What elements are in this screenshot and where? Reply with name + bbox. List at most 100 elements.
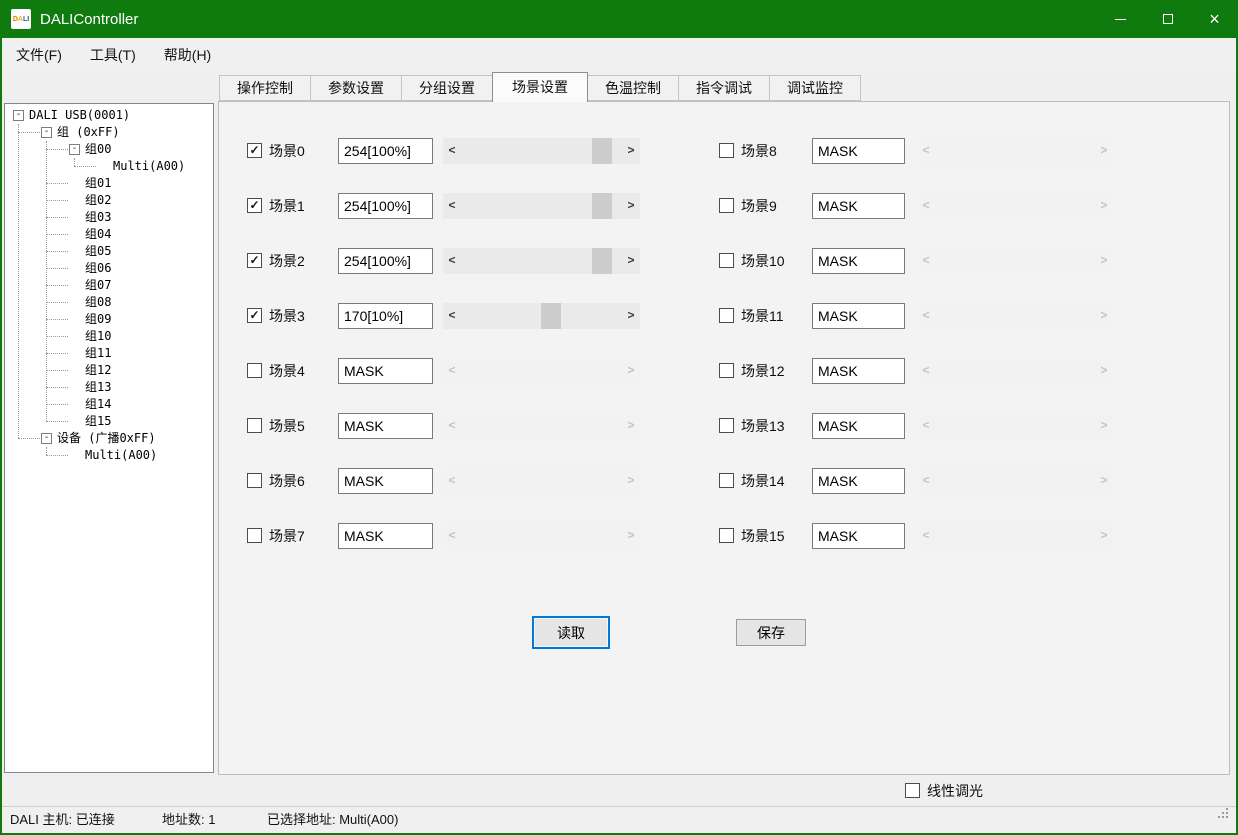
scene-checkbox[interactable] bbox=[247, 418, 262, 433]
tree-item[interactable]: Multi(A00) bbox=[5, 158, 213, 175]
scroll-left-arrow[interactable]: < bbox=[443, 248, 461, 274]
scroll-left-arrow[interactable]: < bbox=[443, 138, 461, 164]
scene-value-input[interactable] bbox=[812, 303, 905, 329]
scroll-right-arrow[interactable]: > bbox=[622, 358, 640, 384]
scene-checkbox[interactable] bbox=[247, 363, 262, 378]
scene-value-input[interactable] bbox=[338, 248, 433, 274]
scene-value-input[interactable] bbox=[338, 523, 433, 549]
scroll-left-arrow[interactable]: < bbox=[917, 468, 935, 494]
scroll-right-arrow[interactable]: > bbox=[1095, 193, 1113, 219]
scroll-right-arrow[interactable]: > bbox=[622, 248, 640, 274]
scroll-left-arrow[interactable]: < bbox=[917, 303, 935, 329]
scene-value-input[interactable] bbox=[338, 138, 433, 164]
tree-collapse-icon[interactable]: - bbox=[41, 433, 52, 444]
tree-item[interactable]: 组05 bbox=[5, 243, 213, 260]
scroll-right-arrow[interactable]: > bbox=[1095, 248, 1113, 274]
scene-level-slider[interactable]: <> bbox=[443, 138, 640, 164]
scene-level-slider[interactable]: <> bbox=[443, 193, 640, 219]
scroll-right-arrow[interactable]: > bbox=[622, 413, 640, 439]
scroll-right-arrow[interactable]: > bbox=[1095, 138, 1113, 164]
scene-value-input[interactable] bbox=[338, 358, 433, 384]
tree-item[interactable]: 组01 bbox=[5, 175, 213, 192]
scroll-left-arrow[interactable]: < bbox=[443, 468, 461, 494]
scene-checkbox[interactable] bbox=[719, 418, 734, 433]
scroll-right-arrow[interactable]: > bbox=[1095, 303, 1113, 329]
scene-value-input[interactable] bbox=[338, 468, 433, 494]
tree-item[interactable]: 组03 bbox=[5, 209, 213, 226]
tree-item[interactable]: 组14 bbox=[5, 396, 213, 413]
scene-value-input[interactable] bbox=[812, 138, 905, 164]
scroll-right-arrow[interactable]: > bbox=[622, 193, 640, 219]
tab-4[interactable]: 场景设置 bbox=[492, 72, 588, 102]
tab-7[interactable]: 调试监控 bbox=[769, 75, 861, 101]
scene-checkbox[interactable] bbox=[719, 198, 734, 213]
tree-item[interactable]: 组11 bbox=[5, 345, 213, 362]
scroll-left-arrow[interactable]: < bbox=[917, 193, 935, 219]
maximize-button[interactable] bbox=[1144, 0, 1191, 38]
slider-thumb[interactable] bbox=[592, 193, 612, 219]
tree-item[interactable]: 组02 bbox=[5, 192, 213, 209]
tree-item[interactable]: 组07 bbox=[5, 277, 213, 294]
tree-collapse-icon[interactable]: - bbox=[69, 144, 80, 155]
tab-5[interactable]: 色温控制 bbox=[587, 75, 679, 101]
save-button[interactable]: 保存 bbox=[736, 619, 806, 646]
scene-value-input[interactable] bbox=[812, 193, 905, 219]
scroll-left-arrow[interactable]: < bbox=[443, 413, 461, 439]
scene-value-input[interactable] bbox=[338, 413, 433, 439]
tree-item[interactable]: Multi(A00) bbox=[5, 447, 213, 464]
tree-item[interactable]: -DALI USB(0001) bbox=[5, 107, 213, 124]
menu-item-tools[interactable]: 工具(T) bbox=[76, 38, 150, 72]
tab-3[interactable]: 分组设置 bbox=[401, 75, 493, 101]
scroll-left-arrow[interactable]: < bbox=[443, 523, 461, 549]
scene-value-input[interactable] bbox=[812, 358, 905, 384]
scroll-right-arrow[interactable]: > bbox=[1095, 358, 1113, 384]
scroll-left-arrow[interactable]: < bbox=[443, 303, 461, 329]
tree-item[interactable]: 组10 bbox=[5, 328, 213, 345]
tree-item[interactable]: 组04 bbox=[5, 226, 213, 243]
scene-checkbox[interactable] bbox=[247, 473, 262, 488]
scene-checkbox[interactable] bbox=[719, 473, 734, 488]
slider-thumb[interactable] bbox=[592, 138, 612, 164]
scene-checkbox[interactable] bbox=[719, 363, 734, 378]
scene-checkbox[interactable]: ✓ bbox=[247, 198, 262, 213]
slider-thumb[interactable] bbox=[541, 303, 561, 329]
tree-item[interactable]: 组08 bbox=[5, 294, 213, 311]
scene-value-input[interactable] bbox=[812, 523, 905, 549]
resize-grip[interactable] bbox=[1217, 807, 1229, 819]
tree-item[interactable]: 组06 bbox=[5, 260, 213, 277]
read-button[interactable]: 读取 bbox=[532, 616, 610, 649]
tree-item[interactable]: 组12 bbox=[5, 362, 213, 379]
scroll-right-arrow[interactable]: > bbox=[622, 303, 640, 329]
scene-level-slider[interactable]: <> bbox=[443, 303, 640, 329]
scene-value-input[interactable] bbox=[812, 248, 905, 274]
scene-value-input[interactable] bbox=[812, 468, 905, 494]
scene-checkbox[interactable]: ✓ bbox=[247, 143, 262, 158]
scroll-left-arrow[interactable]: < bbox=[917, 358, 935, 384]
scene-checkbox[interactable] bbox=[719, 143, 734, 158]
scroll-right-arrow[interactable]: > bbox=[1095, 468, 1113, 494]
minimize-button[interactable] bbox=[1097, 0, 1144, 38]
tab-6[interactable]: 指令调试 bbox=[678, 75, 770, 101]
scroll-right-arrow[interactable]: > bbox=[622, 523, 640, 549]
tree-collapse-icon[interactable]: - bbox=[13, 110, 24, 121]
tree-item[interactable]: -设备 (广播0xFF) bbox=[5, 430, 213, 447]
scroll-left-arrow[interactable]: < bbox=[917, 248, 935, 274]
menu-item-help[interactable]: 帮助(H) bbox=[150, 38, 225, 72]
menu-item-file[interactable]: 文件(F) bbox=[2, 38, 76, 72]
scene-checkbox[interactable] bbox=[719, 308, 734, 323]
scroll-left-arrow[interactable]: < bbox=[917, 413, 935, 439]
tree-item[interactable]: -组00 bbox=[5, 141, 213, 158]
scene-checkbox[interactable]: ✓ bbox=[247, 308, 262, 323]
scroll-right-arrow[interactable]: > bbox=[622, 138, 640, 164]
scene-value-input[interactable] bbox=[338, 303, 433, 329]
linear-dimming-checkbox[interactable] bbox=[905, 783, 920, 798]
tree-collapse-icon[interactable]: - bbox=[41, 127, 52, 138]
titlebar[interactable]: DALI DALIController × bbox=[0, 0, 1238, 38]
scroll-left-arrow[interactable]: < bbox=[917, 523, 935, 549]
scene-checkbox[interactable] bbox=[719, 528, 734, 543]
slider-thumb[interactable] bbox=[592, 248, 612, 274]
scene-level-slider[interactable]: <> bbox=[443, 248, 640, 274]
tree-item[interactable]: 组13 bbox=[5, 379, 213, 396]
scene-value-input[interactable] bbox=[812, 413, 905, 439]
scene-checkbox[interactable] bbox=[719, 253, 734, 268]
